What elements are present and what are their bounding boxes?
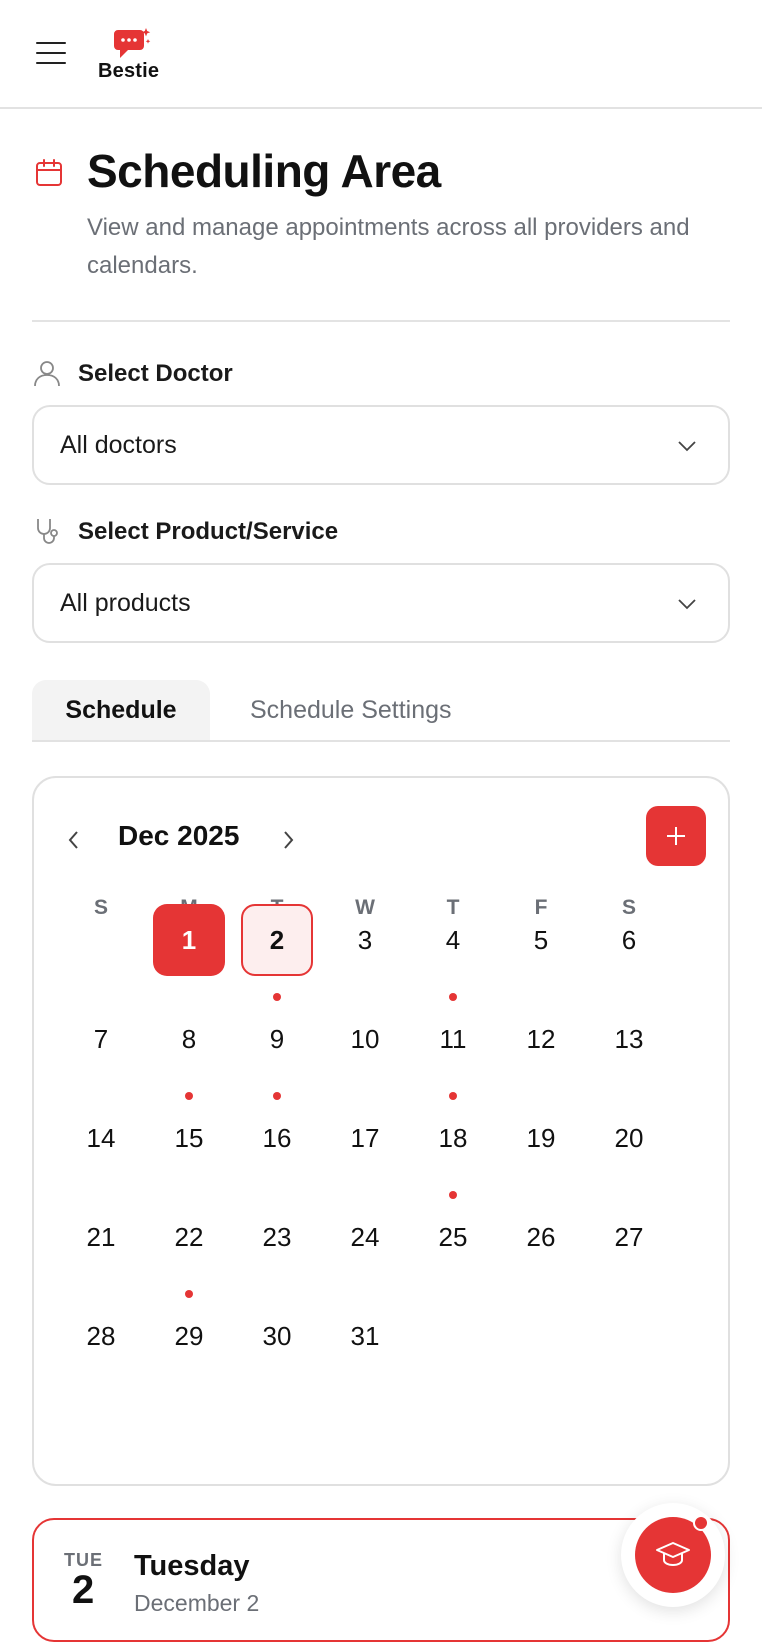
calendar-day[interactable]: 25 [417, 1201, 489, 1273]
top-bar: Bestie [0, 0, 762, 109]
calendar-day[interactable]: 23 [241, 1201, 313, 1273]
chat-bubble-logo-icon [114, 28, 151, 58]
chevron-down-icon [678, 441, 696, 452]
graduation-cap-icon [656, 1542, 690, 1567]
user-icon [34, 361, 60, 387]
event-indicator-dot [449, 1191, 457, 1199]
calendar-day[interactable]: 20 [593, 1102, 665, 1174]
product-select[interactable]: All products [32, 563, 730, 643]
page-subtitle: View and manage appointments across all … [87, 214, 690, 279]
calendar-day[interactable]: 26 [505, 1201, 577, 1273]
calendar-day[interactable]: 7 [65, 1003, 137, 1075]
calendar-day[interactable]: 17 [329, 1102, 401, 1174]
calendar-day[interactable]: 14 [65, 1102, 137, 1174]
calendar-day[interactable]: 30 [241, 1300, 313, 1372]
event-indicator-dot [273, 1092, 281, 1100]
calendar-day[interactable]: 12 [505, 1003, 577, 1075]
product-select-label: Select Product/Service [78, 518, 339, 545]
section-divider [32, 320, 730, 322]
weekday-header: S [93, 896, 108, 919]
calendar-day[interactable]: 18 [417, 1102, 489, 1174]
event-indicator-dot [273, 993, 281, 1001]
doctor-select-value: All doctors [60, 431, 177, 459]
calendar-day[interactable]: 3 [329, 904, 401, 976]
event-indicator-dot [185, 1092, 193, 1100]
calendar-day[interactable]: 13 [593, 1003, 665, 1075]
calendar-day[interactable]: 27 [593, 1201, 665, 1273]
event-indicator-dot [449, 1092, 457, 1100]
calendar-day[interactable]: 21 [65, 1201, 137, 1273]
calendar-day[interactable]: 2 [241, 904, 313, 976]
calendar-day[interactable]: 16 [241, 1102, 313, 1174]
doctor-select-label: Select Doctor [78, 360, 233, 387]
product-select-value: All products [60, 589, 191, 617]
add-appointment-button[interactable] [646, 806, 706, 866]
calendar-day[interactable]: 8 [153, 1003, 225, 1075]
event-indicator-dot [185, 1290, 193, 1298]
chevron-down-icon [678, 599, 696, 610]
doctor-select[interactable]: All doctors [32, 405, 730, 485]
logo[interactable]: Bestie [96, 26, 176, 86]
calendar-day[interactable]: 31 [329, 1300, 401, 1372]
tab-bar: Schedule Schedule Settings [32, 680, 730, 742]
tab-schedule-settings[interactable]: Schedule Settings [250, 680, 452, 740]
logo-text: Bestie [98, 60, 160, 82]
event-indicator-dot [449, 993, 457, 1001]
calendar-day[interactable]: 24 [329, 1201, 401, 1273]
calendar-day[interactable]: 15 [153, 1102, 225, 1174]
day-number: 2 [72, 1568, 95, 1612]
chevron-left-icon[interactable] [60, 826, 88, 854]
calendar-day[interactable]: 4 [417, 904, 489, 976]
calendar-day[interactable]: 22 [153, 1201, 225, 1273]
calendar-day[interactable]: 28 [65, 1300, 137, 1372]
notification-badge [693, 1515, 709, 1531]
plus-icon [667, 827, 685, 845]
calendar-day[interactable]: 6 [593, 904, 665, 976]
help-fab-container [621, 1503, 725, 1607]
calendar-day[interactable]: 11 [417, 1003, 489, 1075]
tab-schedule[interactable]: Schedule [32, 680, 210, 740]
calendar-icon [36, 159, 62, 186]
calendar-card: Dec 2025 SMTWTFS123456789101112131415161… [32, 776, 730, 1486]
calendar-day[interactable]: 5 [505, 904, 577, 976]
calendar-day[interactable]: 1 [153, 904, 225, 976]
page-title: Scheduling Area [87, 145, 441, 197]
day-date: December 2 [134, 1590, 260, 1616]
stethoscope-icon [37, 519, 58, 544]
menu-button[interactable] [36, 40, 68, 66]
day-name: Tuesday [134, 1550, 250, 1582]
calendar-day[interactable]: 10 [329, 1003, 401, 1075]
chevron-right-icon[interactable] [274, 826, 302, 854]
month-label: Dec 2025 [118, 820, 240, 851]
calendar-day[interactable]: 29 [153, 1300, 225, 1372]
calendar-day[interactable]: 9 [241, 1003, 313, 1075]
calendar-day[interactable]: 19 [505, 1102, 577, 1174]
